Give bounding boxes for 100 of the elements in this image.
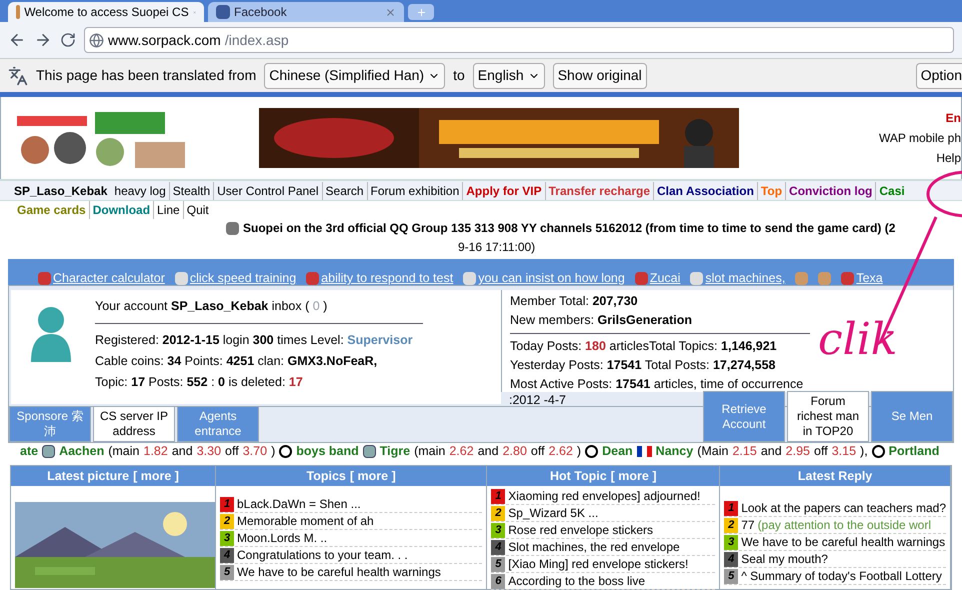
favicon-icon [16,5,20,19]
rank-badge: 3 [491,522,506,538]
nav-link[interactable]: Stealth [168,182,214,200]
rank-badge: 4 [220,548,234,562]
odds-text: boys band [296,443,359,460]
header-link[interactable]: Help [936,148,961,168]
topic-link[interactable]: Sp_Wizard 5K ... [508,504,598,522]
column-title: Latest picture [47,468,130,485]
to-label: to [453,66,465,85]
target-language-select[interactable]: English [472,62,545,88]
rank-badge: 6 [491,574,506,588]
odds-text: 3.70 [242,443,268,460]
odds-text: (main [108,443,140,460]
nav-link[interactable]: Apply for VIP [462,182,545,200]
forward-icon[interactable] [34,31,52,49]
new-tab-button[interactable] [408,4,434,20]
nav-link[interactable]: Line [153,201,183,219]
account-line: Cable coins: 34 Points: 4251 clan: GMX3.NoFeaR, [95,353,378,370]
odds-text: 2.62 [548,443,573,460]
announcement-icon [226,222,239,235]
rank-badge: 4 [491,540,506,554]
header-link[interactable]: En [946,108,961,128]
topic-link[interactable]: [Xiao Ming] red envelope stickers! [508,555,688,573]
account-line: Topic: 17 Posts: 552 : 0 is deleted: 17 [95,374,303,391]
nav-link[interactable]: Clan Association [653,182,757,200]
nav-link[interactable]: Quit [182,201,212,219]
source-language-select[interactable]: Chinese (Simplified Han) [264,62,446,88]
rank-badge: 2 [491,506,506,520]
topic-link[interactable]: bLack.DaWn = Shen ... [237,495,361,513]
plus-icon [416,6,426,18]
topic-link[interactable]: Memorable moment of ah [237,512,374,530]
team-icon [42,445,56,458]
topic-link[interactable]: 77 [741,516,755,534]
stats-date: :2012 -4-7 [508,392,566,408]
topic-link[interactable]: Rose red envelope stickers [508,521,654,539]
topic-link[interactable]: Slot machines, the red envelope [508,538,680,556]
football-icon [585,445,598,458]
football-icon [872,445,885,458]
topic-link[interactable]: Moon.Lords M. .. [237,529,328,547]
rank-badge: 1 [491,488,506,504]
back-icon[interactable] [8,31,26,49]
header-link[interactable]: WAP mobile ph [878,128,961,148]
nav-link[interactable]: Forum exhibition [366,182,462,200]
browser-tab[interactable]: Welcome to access Suopei CS [8,2,204,22]
topic-link[interactable]: Seal my mouth? [741,550,828,568]
username-link[interactable]: SP_Laso_Kebak [14,182,112,200]
odds-text: 2.62 [449,443,474,460]
nav-link[interactable]: Search [322,182,367,200]
browser-tab[interactable]: Facebook [208,2,404,22]
odds-text: and [172,443,193,460]
football-icon [279,445,292,458]
show-original-button[interactable]: Show original [552,62,647,88]
nav-link[interactable]: Transfer recharge [544,182,653,200]
odds-text: ) [271,443,276,460]
topic-link[interactable]: We have to be careful health warnings [237,563,441,581]
topic-link[interactable]: Look at the papers can teachers mad? [741,499,946,517]
tool-icon [795,272,808,285]
handwritten-note: clik [818,318,898,362]
odds-text: 1.82 [144,443,168,460]
panel-tab[interactable]: Forum richest man in TOP20 [787,391,869,442]
topic-link[interactable]: ^ Summary of today's Football Lottery [741,567,942,585]
nav-link[interactable]: Conviction log [785,182,876,200]
tab-title: Facebook [234,4,288,21]
stats-line: Member Total: 207,730 [510,293,638,310]
column-title: Latest Reply [798,468,872,485]
nav-link[interactable]: Game cards [14,201,89,219]
nav-link[interactable]: User Control Panel [213,182,322,200]
tab-title: Welcome to access Suopei CS [24,4,189,21]
odds-text: 2.95 [786,443,810,460]
options-button[interactable]: Option [916,62,962,88]
rank-badge: 5 [220,564,234,580]
account-line: Registered: 2012-1-15 login 300 times Level: Supervisor [95,332,413,349]
nav-link[interactable]: heavy log [111,182,169,200]
column-title: Hot Topic [550,468,607,485]
tool-icon [634,272,648,285]
tool-icon [690,272,704,285]
favicon-icon [216,5,230,19]
topic-link[interactable]: According to the boss live [508,572,646,590]
odds-text: 2.15 [732,443,757,460]
odds-text: Aachen [59,443,104,460]
topic-link[interactable]: Congratulations to your team. . . [237,546,408,564]
topic-link[interactable]: Xiaoming red envelopes] adjourned! [508,487,700,505]
odds-text: (Main [697,443,728,460]
tool-icon [174,272,188,285]
panel-tab[interactable]: CS server IP address [93,406,175,442]
tool-icon [306,272,320,285]
address-field[interactable]: www.sorpack.com /index.asp [84,27,954,53]
rank-badge: 4 [724,552,738,566]
rank-badge: 3 [724,534,738,550]
reload-icon[interactable] [60,32,76,48]
odds-text: Portland [888,443,940,460]
stats-line: New members: GrilsGeneration [510,312,692,329]
topic-link[interactable]: We have to be careful health warnings [741,533,946,551]
odds-text: off [530,443,545,460]
close-icon[interactable] [385,6,396,18]
odds-text: ) [576,443,582,460]
nav-link[interactable]: Casi [875,182,908,200]
translate-icon [8,66,28,86]
nav-link[interactable]: Download [88,201,154,219]
rank-badge: 1 [220,496,234,512]
